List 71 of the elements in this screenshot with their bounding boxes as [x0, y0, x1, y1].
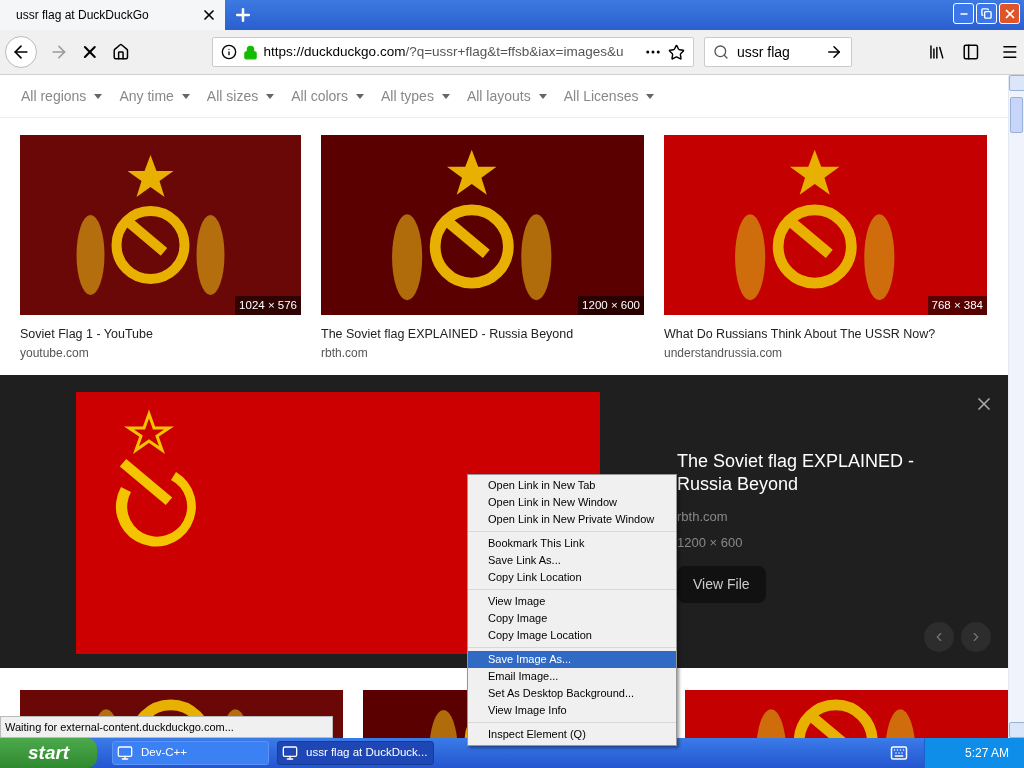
detail-source: rbth.com — [677, 508, 729, 526]
detail-title: The Soviet flag EXPLAINED - Russia Beyond — [677, 450, 916, 496]
info-icon[interactable] — [220, 44, 237, 60]
menu-item[interactable]: Copy Image — [468, 610, 676, 627]
search-icon — [712, 44, 729, 60]
menu-item[interactable]: Copy Image Location — [468, 627, 676, 644]
menu-item[interactable]: Inspect Element (Q) — [468, 726, 676, 743]
taskbar-button[interactable]: ussr flag at DuckDuck... — [277, 741, 434, 765]
filter-dropdown[interactable]: All types — [381, 85, 450, 107]
menu-item[interactable]: Open Link in New Window — [468, 494, 676, 511]
filter-dropdown[interactable]: All layouts — [466, 85, 547, 107]
address-bar[interactable]: https://duckduckgo.com/?q=ussr+flag&t=ffsb&iax=images&u — [211, 37, 694, 67]
image-dimensions: 1200 × 600 — [578, 295, 644, 315]
browser-tab[interactable]: ussr flag at DuckDuckGo — [0, 0, 225, 30]
filter-dropdown[interactable]: All regions — [21, 85, 103, 107]
search-text: ussr flag — [736, 42, 791, 62]
app-icon — [117, 745, 133, 761]
filter-dropdown[interactable]: Any time — [119, 85, 190, 107]
result-source: rbth.com — [321, 344, 369, 362]
menu-item[interactable]: Copy Link Location — [468, 569, 676, 586]
sidebar-icon[interactable] — [961, 43, 980, 61]
start-button[interactable]: start — [0, 738, 97, 768]
result-title[interactable]: Soviet Flag 1 - YouTube — [20, 325, 301, 344]
search-field[interactable]: ussr flag — [703, 37, 852, 67]
caret-icon — [356, 93, 364, 99]
minimize-button[interactable] — [953, 3, 974, 24]
caret-icon — [538, 93, 547, 99]
home-icon[interactable] — [111, 43, 130, 61]
image-dimensions: 1024 × 576 — [235, 295, 301, 315]
bookmark-star-icon[interactable] — [667, 43, 685, 61]
restore-button[interactable] — [976, 3, 997, 24]
caret-icon — [646, 93, 655, 99]
caret-icon — [266, 93, 275, 99]
taskbar-button[interactable]: Dev-C++ — [112, 741, 269, 765]
back-button[interactable] — [5, 36, 37, 68]
image-dimensions: 768 × 384 — [927, 295, 987, 315]
close-button[interactable] — [999, 3, 1020, 24]
lock-icon — [242, 44, 258, 60]
filter-dropdown[interactable]: All sizes — [206, 85, 275, 107]
menu-item[interactable]: Open Link in New Tab — [468, 477, 676, 494]
clock: 5:27 AM — [964, 745, 1009, 762]
filter-dropdown[interactable]: All colors — [291, 85, 364, 107]
menu-item[interactable]: Bookmark This Link — [468, 535, 676, 552]
menu-item[interactable]: Set As Desktop Background... — [468, 685, 676, 702]
keyboard-icon[interactable] — [890, 744, 908, 762]
url-text: https://duckduckgo.com/?q=ussr+flag&t=ffsb&iax=images&u — [263, 42, 624, 61]
close-icon[interactable] — [201, 7, 217, 23]
caret-icon — [441, 93, 450, 99]
menu-item[interactable]: View Image — [468, 593, 676, 610]
app-icon — [282, 745, 298, 761]
result-source: youtube.com — [20, 344, 90, 362]
caret-icon — [94, 93, 103, 99]
result-title[interactable]: The Soviet flag EXPLAINED - Russia Beyond — [321, 325, 644, 344]
status-text: Waiting for external-content.duckduckgo.com... — [0, 715, 333, 738]
library-icon[interactable] — [927, 43, 946, 61]
menu-item[interactable]: Open Link in New Private Window — [468, 511, 676, 528]
menu-item[interactable]: Save Link As... — [468, 552, 676, 569]
view-file-button[interactable]: View File — [677, 566, 766, 603]
menu-item[interactable]: Save Image As... — [468, 651, 676, 668]
result-source: understandrussia.com — [664, 344, 784, 362]
scrollbar[interactable] — [1008, 75, 1024, 738]
result-title[interactable]: What Do Russians Think About The USSR Now? — [664, 325, 987, 344]
filter-dropdown[interactable]: All Licenses — [563, 85, 655, 107]
caret-icon — [181, 93, 190, 99]
menu-item[interactable]: View Image Info — [468, 702, 676, 719]
tab-title: ussr flag at DuckDuckGo — [16, 7, 150, 24]
new-tab-icon[interactable] — [233, 5, 253, 25]
menu-item[interactable]: Email Image... — [468, 668, 676, 685]
menu-icon[interactable] — [1001, 43, 1019, 61]
detail-dimensions: 1200 × 600 — [677, 533, 744, 552]
restore-icon — [981, 8, 992, 19]
